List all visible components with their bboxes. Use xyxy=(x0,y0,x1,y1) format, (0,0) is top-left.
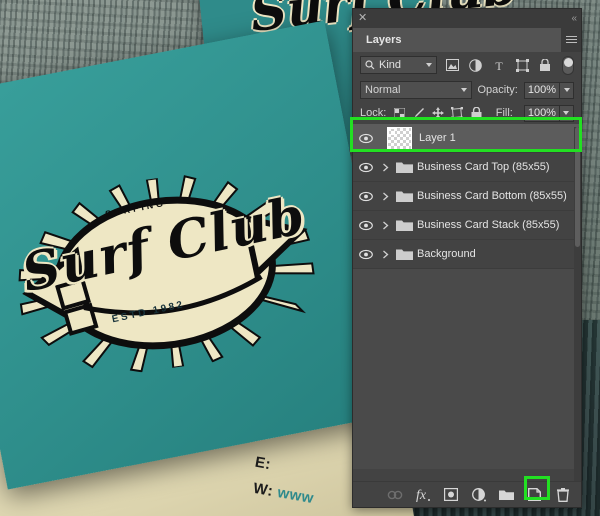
layer-visibility-toggle[interactable] xyxy=(353,162,379,173)
collapse-icon[interactable]: « xyxy=(571,13,576,24)
chevron-right-icon[interactable] xyxy=(379,250,391,259)
delete-layer-button[interactable] xyxy=(554,486,571,503)
link-layers-button[interactable] xyxy=(386,486,403,503)
filter-smart-object-icon[interactable] xyxy=(537,57,553,74)
chevron-right-icon[interactable] xyxy=(379,221,391,230)
layer-row[interactable]: Business Card Top (85x55) xyxy=(353,153,581,182)
search-icon xyxy=(365,60,375,70)
svg-text:fx: fx xyxy=(416,488,427,502)
opacity-stepper-icon[interactable] xyxy=(560,81,574,99)
layer-filter-row: Kind T xyxy=(353,52,581,78)
filter-adjustment-icon[interactable] xyxy=(467,57,483,74)
layer-name: Business Card Bottom (85x55) xyxy=(417,190,567,202)
lock-position-icon[interactable] xyxy=(431,106,444,120)
card-email-label: E: xyxy=(253,453,273,474)
layer-row[interactable]: Background xyxy=(353,240,581,269)
lock-artboard-icon[interactable] xyxy=(451,106,464,120)
layer-list-scrollbar[interactable] xyxy=(574,127,581,481)
blend-mode-select[interactable]: Normal xyxy=(360,81,472,99)
layer-name: Layer 1 xyxy=(419,132,456,144)
add-layer-mask-button[interactable] xyxy=(442,486,459,503)
layer-name: Business Card Top (85x55) xyxy=(417,161,550,173)
tab-layers[interactable]: Layers xyxy=(353,28,415,52)
layer-list-scrollbar-thumb[interactable] xyxy=(575,127,580,247)
folder-icon xyxy=(391,219,417,232)
panel-footer-toolbar: fx xyxy=(353,481,581,507)
lock-row: Lock: Fill: 100% xyxy=(353,102,581,124)
screenshot-root: Surf Club E: W: www xyxy=(0,0,600,516)
lock-image-pixels-icon[interactable] xyxy=(412,106,425,120)
fill-input[interactable]: 100% xyxy=(523,104,560,122)
chevron-down-icon xyxy=(426,63,433,67)
filter-shape-icon[interactable] xyxy=(514,57,530,74)
layer-name: Background xyxy=(417,248,476,260)
layer-thumbnail[interactable] xyxy=(379,126,419,150)
layer-list: Layer 1 Business Card Top (85x55) Business… xyxy=(353,124,581,469)
chevron-right-icon[interactable] xyxy=(379,163,391,172)
blend-mode-row: Normal Opacity: 100% xyxy=(353,78,581,102)
new-group-button[interactable] xyxy=(498,486,515,503)
chevron-down-icon xyxy=(460,88,467,92)
fill-stepper-icon[interactable] xyxy=(559,104,574,122)
layer-row[interactable]: Layer 1 xyxy=(353,124,581,153)
lock-transparency-icon[interactable] xyxy=(392,106,405,120)
tab-layers-label: Layers xyxy=(366,34,402,46)
layer-visibility-toggle[interactable] xyxy=(353,220,379,231)
layer-visibility-toggle[interactable] xyxy=(353,133,379,144)
lock-label: Lock: xyxy=(360,107,387,119)
opacity-label: Opacity: xyxy=(477,84,518,96)
folder-icon xyxy=(391,248,417,261)
layer-visibility-toggle[interactable] xyxy=(353,249,379,260)
layer-name: Business Card Stack (85x55) xyxy=(417,219,560,231)
svg-text:T: T xyxy=(495,59,503,72)
blend-mode-value: Normal xyxy=(365,84,401,96)
filter-pixel-icon[interactable] xyxy=(444,57,460,74)
card-email-line: E: xyxy=(254,454,273,474)
tabbar-filler xyxy=(414,28,561,52)
filter-kind-label: Kind xyxy=(379,59,402,71)
lock-all-icon[interactable] xyxy=(470,106,483,120)
card-web-label: W: xyxy=(251,479,275,501)
panel-titlebar: ✕ « xyxy=(353,9,581,28)
layers-panel: ✕ « Layers Kind T Normal Opacity: 100% L… xyxy=(352,8,582,508)
filter-kind-select[interactable]: Kind xyxy=(360,56,438,74)
folder-icon xyxy=(391,190,417,203)
close-icon[interactable]: ✕ xyxy=(358,13,367,24)
filter-enable-toggle[interactable] xyxy=(562,55,575,75)
opacity-input[interactable]: 100% xyxy=(523,81,560,99)
layer-list-empty-area xyxy=(353,269,581,469)
layer-visibility-toggle[interactable] xyxy=(353,191,379,202)
folder-icon xyxy=(391,161,417,174)
fill-label: Fill: xyxy=(495,107,513,119)
panel-menu-icon[interactable] xyxy=(561,28,581,52)
layer-row[interactable]: Business Card Bottom (85x55) xyxy=(353,182,581,211)
chevron-right-icon[interactable] xyxy=(379,192,391,201)
new-layer-button[interactable] xyxy=(526,486,543,503)
filter-type-icon[interactable]: T xyxy=(491,57,507,74)
panel-tabbar: Layers xyxy=(353,28,581,52)
adjustment-layer-button[interactable] xyxy=(470,486,487,503)
layer-style-button[interactable]: fx xyxy=(414,486,431,503)
layer-row[interactable]: Business Card Stack (85x55) xyxy=(353,211,581,240)
